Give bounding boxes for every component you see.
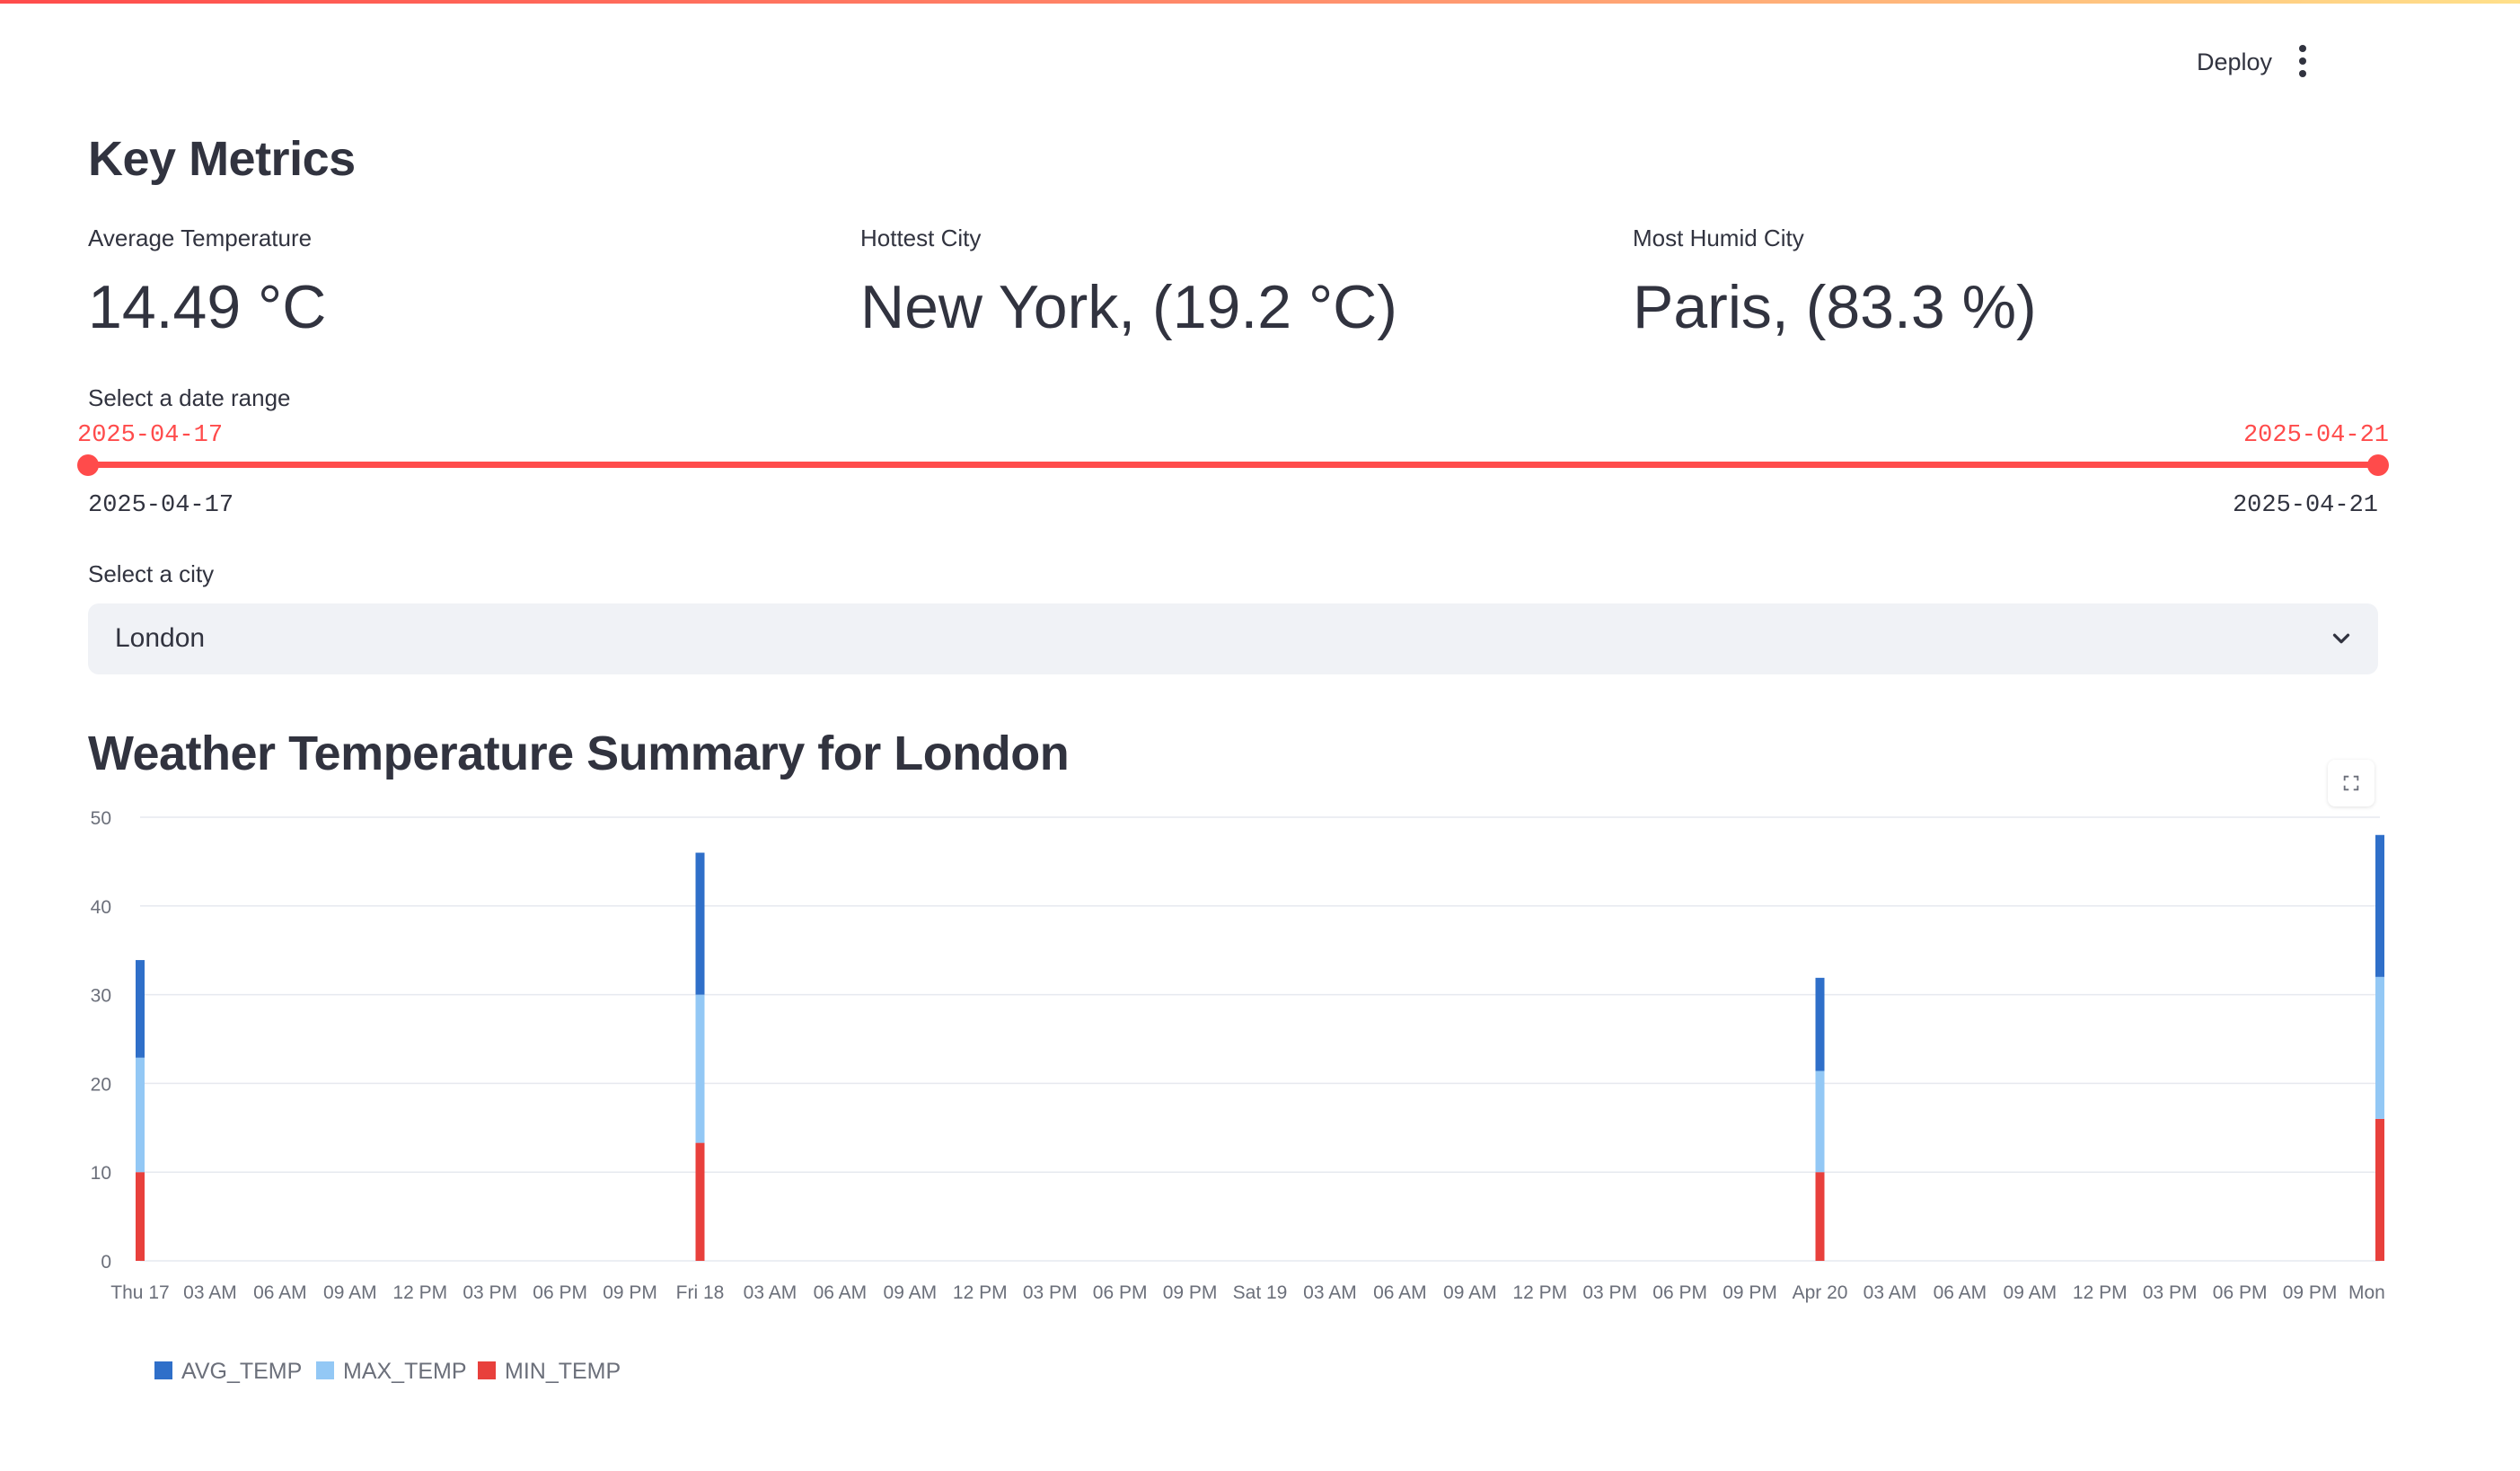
x-tick-label: 06 PM	[1093, 1282, 1148, 1303]
x-tick-label: Mon 21	[2348, 1282, 2387, 1303]
slider-start-thumb[interactable]	[77, 454, 99, 476]
date-range-slider-track[interactable]	[88, 462, 2378, 468]
metric-value: 14.49 °C	[88, 273, 327, 341]
x-tick-label: 12 PM	[392, 1282, 447, 1303]
chevron-down-icon	[2332, 633, 2350, 644]
metric-value: New York, (19.2 °C)	[860, 273, 1397, 341]
app-header: Deploy	[1981, 0, 2520, 126]
x-tick-label: Apr 20	[1793, 1282, 1848, 1303]
city-select-value: London	[115, 623, 206, 653]
legend-label: AVG_TEMP	[181, 1359, 302, 1384]
bar-avg-temp	[1815, 977, 1825, 1071]
metric-label: Average Temperature	[88, 225, 313, 251]
y-tick-label: 0	[101, 1252, 111, 1273]
x-tick-label: 09 PM	[603, 1282, 657, 1303]
kebab-menu-icon[interactable]	[2297, 45, 2308, 77]
y-tick-label: 50	[91, 808, 111, 829]
x-tick-label: Thu 17	[110, 1282, 169, 1303]
bar-min-temp	[1815, 1172, 1825, 1261]
page-title: Key Metrics	[88, 132, 356, 186]
y-tick-label: 30	[91, 986, 111, 1007]
metric-label: Most Humid City	[1633, 225, 1804, 251]
deploy-button[interactable]: Deploy	[2186, 43, 2283, 82]
chart-svg: 0 10 20 30 40 50 Thu 17 03 AM 06 AM 09 AM 12 PM 03 …	[91, 808, 2411, 1384]
x-tick-label: 03 AM	[1864, 1282, 1917, 1303]
x-tick-label: Sat 19	[1233, 1282, 1288, 1303]
x-tick-label: 09 AM	[323, 1282, 377, 1303]
x-tick-label: 03 PM	[1023, 1282, 1078, 1303]
metric-hottest-city: Hottest City New York, (19.2 °C)	[860, 225, 1397, 342]
x-tick-label: 12 PM	[1512, 1282, 1567, 1303]
x-tick-label: 09 AM	[1443, 1282, 1497, 1303]
temperature-chart: 0 10 20 30 40 50 Thu 17 03 AM 06 AM 09 AM 12 PM 03 …	[88, 799, 2411, 1428]
x-tick-label: 06 PM	[2213, 1282, 2268, 1303]
x-tick-label: 03 PM	[1582, 1282, 1637, 1303]
bar-min-temp	[136, 1172, 145, 1261]
x-tick-label: 09 AM	[884, 1282, 938, 1303]
x-tick-label: 06 PM	[1652, 1282, 1707, 1303]
city-select[interactable]: London	[88, 603, 2378, 674]
legend-swatch	[316, 1361, 334, 1379]
x-tick-label: 03 AM	[183, 1282, 237, 1303]
x-tick-label: 03 AM	[744, 1282, 797, 1303]
bar-avg-temp	[136, 960, 145, 1058]
bar-min-temp	[2375, 1118, 2384, 1261]
x-tick-label: 09 PM	[1723, 1282, 1777, 1303]
slider-min-label: 2025-04-17	[88, 492, 234, 519]
legend-label: MIN_TEMP	[505, 1359, 621, 1384]
metric-average-temperature: Average Temperature 14.49 °C	[88, 225, 326, 342]
legend-swatch	[154, 1361, 172, 1379]
x-tick-label: 06 AM	[1934, 1282, 1987, 1303]
date-range-label: Select a date range	[88, 384, 291, 411]
x-tick-label: 12 PM	[2073, 1282, 2128, 1303]
bar-max-temp	[136, 1057, 145, 1173]
bar-max-temp	[695, 994, 705, 1143]
x-tick-label: 06 AM	[1373, 1282, 1427, 1303]
bar-min-temp	[695, 1142, 705, 1261]
x-tick-label: 03 PM	[463, 1282, 517, 1303]
slider-end-thumb[interactable]	[2367, 454, 2389, 476]
x-tick-label: 12 PM	[953, 1282, 1008, 1303]
x-tick-label: 06 PM	[533, 1282, 587, 1303]
x-tick-label: 06 AM	[253, 1282, 307, 1303]
bar-avg-temp	[695, 852, 705, 995]
y-tick-label: 40	[91, 897, 111, 918]
city-select-label: Select a city	[88, 560, 215, 587]
legend-swatch	[478, 1361, 496, 1379]
x-tick-label: 03 AM	[1303, 1282, 1357, 1303]
slider-end-value: 2025-04-21	[2242, 422, 2389, 449]
bar-max-temp	[1815, 1070, 1825, 1173]
slider-max-label: 2025-04-21	[2232, 492, 2378, 519]
y-tick-label: 20	[91, 1074, 111, 1095]
x-tick-label: 09 PM	[2283, 1282, 2338, 1303]
legend-label: MAX_TEMP	[343, 1359, 467, 1384]
metric-value: Paris, (83.3 %)	[1633, 273, 2037, 341]
x-tick-label: 03 PM	[2143, 1282, 2198, 1303]
slider-start-value: 2025-04-17	[77, 422, 224, 449]
metric-most-humid-city: Most Humid City Paris, (83.3 %)	[1633, 225, 2037, 342]
x-tick-label: Fri 18	[676, 1282, 725, 1303]
y-tick-label: 10	[91, 1163, 111, 1184]
bar-max-temp	[2375, 976, 2384, 1119]
chart-title: Weather Temperature Summary for London	[88, 727, 1070, 780]
x-tick-label: 09 AM	[2004, 1282, 2057, 1303]
bar-avg-temp	[2375, 834, 2384, 977]
metric-label: Hottest City	[860, 225, 982, 251]
x-tick-label: 06 AM	[814, 1282, 868, 1303]
x-tick-label: 09 PM	[1163, 1282, 1218, 1303]
